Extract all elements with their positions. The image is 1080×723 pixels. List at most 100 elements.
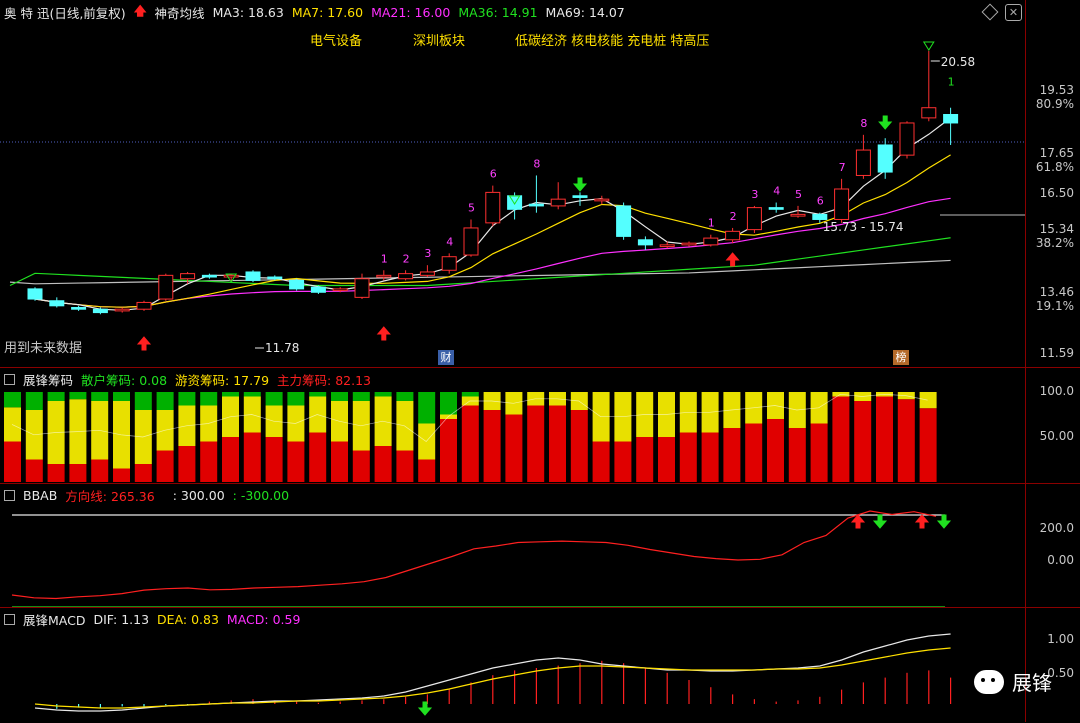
main-chip-bar [243,432,261,482]
candle-body [201,274,217,278]
retail-chip-bar [331,392,348,401]
candle-body [158,274,174,300]
buy-arrow-icon [725,252,740,267]
low-price-note: 11.78 [265,341,299,355]
sell-arrow-icon [572,177,588,192]
candle-body [136,301,152,310]
y-label: 11.59 [1039,346,1074,360]
main-chip-bar [156,450,174,482]
retail-chip-bar [461,392,479,397]
close-icon[interactable]: ✕ [1005,4,1022,21]
macd-title[interactable]: 展锋MACD [23,610,85,629]
candle-body [746,207,762,231]
count-label: 8 [533,157,540,170]
retail-chip-bar [396,392,414,401]
retail-chip-bar [91,392,109,401]
fin-badge[interactable]: 财 [438,350,454,365]
main-chart-header: 奥 特 迅 (日线,前复权) 🡅 神奇均线 MA3: 18.63 MA7: 17… [4,2,625,23]
bbab-title[interactable]: BBAB [23,488,57,503]
region-tag[interactable]: 深圳板块 [413,30,465,49]
main-chip-bar [810,423,828,482]
macd-panel[interactable]: 展锋MACD DIF: 1.13 DEA: 0.83 MACD: 0.59 1.… [0,607,1080,722]
candle-body [659,244,675,248]
retail-chip-bar [265,392,283,406]
count-label: 6 [490,168,497,181]
main-chip-value: 主力筹码: 82.13 [277,373,372,388]
candle-body [289,279,305,290]
concept-tags[interactable]: 低碳经济 核电核能 充电桩 特高压 [515,30,709,49]
retail-chip-bar [25,392,43,410]
main-chip-bar [222,437,239,482]
rank-badge[interactable]: 榜 [893,350,909,365]
retail-chip-bar [69,392,87,400]
high-price-note: 20.58 [941,55,975,69]
main-chip-bar [614,441,632,482]
buy-arrow-icon [376,326,391,341]
candle-body [398,273,414,280]
main-chip-bar [200,441,218,482]
count-label: 5 [468,201,475,214]
candle-body [310,286,326,293]
square-icon[interactable] [4,614,15,625]
square-icon[interactable] [4,374,15,385]
candle-body [616,205,632,237]
count-label: 4 [446,235,453,248]
main-chip-bar [25,459,43,482]
chip-title[interactable]: 展锋筹码 [23,370,73,389]
count-label: 7 [839,161,846,174]
main-chip-bar [47,464,65,482]
dea-value: DEA: 0.83 [157,612,219,627]
ma69-line [9,259,951,285]
retail-chip-bar [222,392,239,397]
candlestick-chart[interactable]: 1 2 3 4 5 6 8 1 2 3 4 5 6 7 8 1 20.58 11.78 15.73 - 15.74 [0,0,1080,368]
hot-chip-bar [919,392,937,409]
count-label: 4 [773,185,780,198]
candle-body [812,213,828,220]
candle-body [921,107,937,119]
retail-chip-bar [134,392,152,410]
candle-body [550,198,566,207]
candle-body [899,122,915,156]
mid-price-note: 15.73 - 15.74 [823,220,904,234]
candle-body [267,276,283,280]
main-chip-bar [418,459,436,482]
main-chip-bar [4,441,21,482]
main-chip-bar [658,437,675,482]
main-chart-panel[interactable]: 1 2 3 4 5 6 8 1 2 3 4 5 6 7 8 1 20.58 11.78 15.73 - 15.74 … [0,0,1080,368]
main-chip-bar [701,432,719,482]
y-label: 50.00 [1039,429,1074,443]
candle-body [180,273,196,280]
chip-panel[interactable]: 展锋筹码 散户筹码: 0.08 游资筹码: 17.79 主力筹码: 82.13 … [0,367,1080,484]
retail-chip-bar [287,392,305,406]
candle-body [572,195,588,198]
square-icon[interactable] [4,490,15,501]
retail-chip-bar [374,392,392,397]
main-chip-bar [134,464,152,482]
candle-body [92,308,108,314]
count-label: 3 [424,247,431,260]
period-label[interactable]: (日线,前复权) [49,3,125,22]
count-label: 1 [381,252,388,265]
main-chip-bar [331,441,348,482]
candle-body [725,230,741,241]
candle-body [463,227,479,256]
bbab-panel[interactable]: BBAB 方向线: 265.36 : 300.00 : -300.00 200.… [0,483,1080,608]
main-chip-bar [527,405,545,482]
sell-arrow-icon [872,514,888,529]
candle-body [768,207,784,210]
sector-tag[interactable]: 电气设备 [310,30,362,49]
future-data-note: 用到未来数据 [4,341,83,356]
candle-body [114,308,130,312]
stock-chart-window: 1 2 3 4 5 6 8 1 2 3 4 5 6 7 8 1 20.58 11.78 15.73 - 15.74 … [0,0,1080,722]
y-label: 0.00 [1047,553,1074,567]
candle-body [855,149,871,176]
y-label: 61.8% [1035,160,1074,174]
main-chip-bar [178,446,196,482]
candle-body [528,203,544,207]
ma36-value: MA36: 14.91 [458,5,538,20]
candle-body [637,239,653,246]
indicator-name[interactable]: 神奇均线 [155,3,205,22]
sell-arrow-icon [417,701,433,716]
candle-body [790,213,806,217]
ma3-value: MA3: 18.63 [212,5,284,20]
